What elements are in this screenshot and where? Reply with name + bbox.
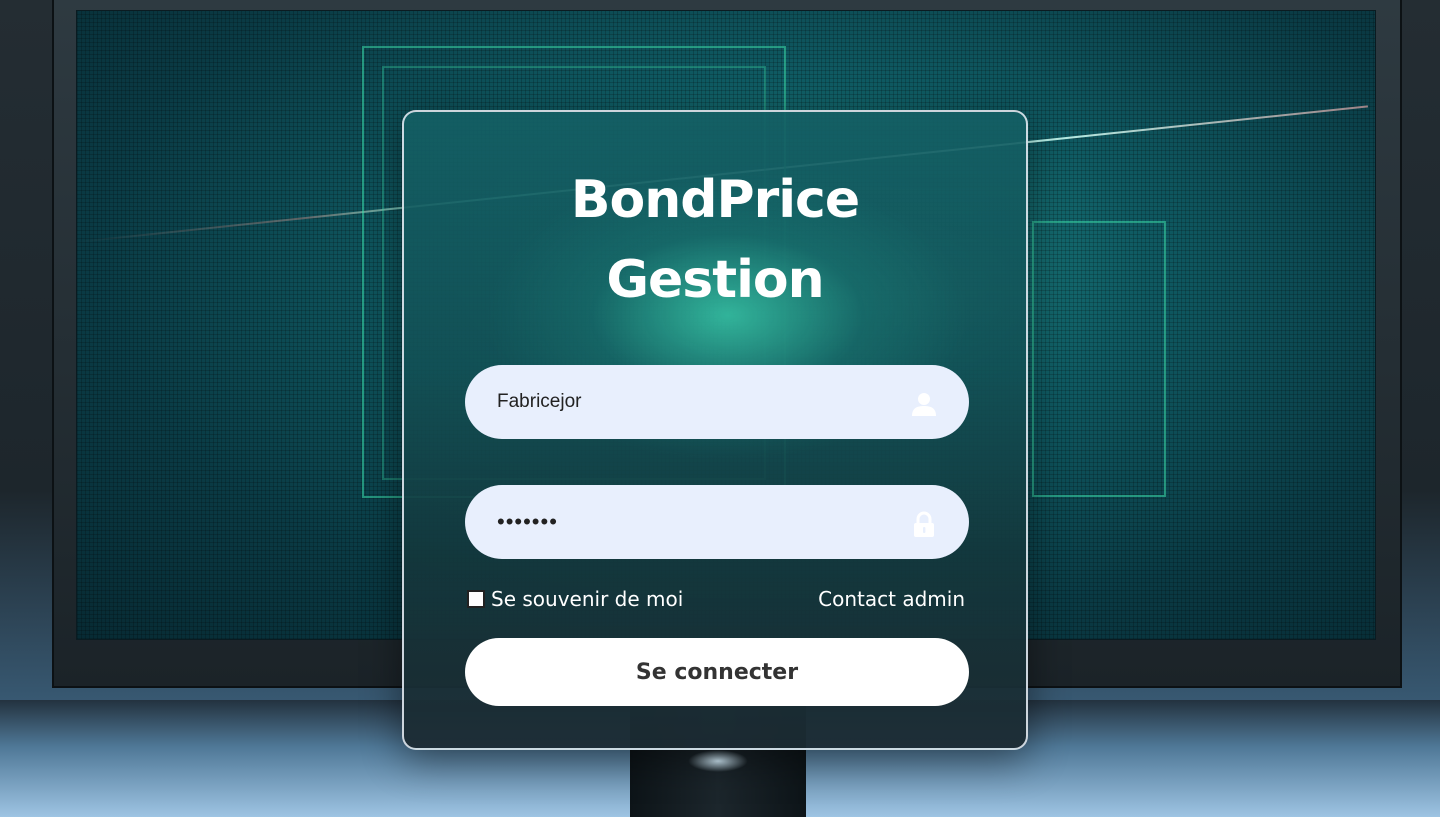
user-icon: [912, 393, 936, 416]
remember-checkbox[interactable]: [467, 590, 485, 608]
login-card: BondPrice Gestion Fabricejor ••••••• Se …: [402, 110, 1028, 750]
app-subtitle: Gestion: [606, 250, 824, 310]
password-value[interactable]: •••••••: [497, 485, 558, 559]
app-title: BondPrice: [570, 170, 860, 230]
username-field[interactable]: Fabricejor: [465, 365, 969, 439]
screen-panel-right: [1032, 221, 1166, 497]
username-value[interactable]: Fabricejor: [497, 365, 581, 439]
remember-me[interactable]: Se souvenir de moi: [467, 586, 683, 612]
lock-icon: [914, 511, 934, 537]
contact-admin-link[interactable]: Contact admin: [818, 586, 965, 612]
login-button[interactable]: Se connecter: [465, 638, 969, 706]
password-field[interactable]: •••••••: [465, 485, 969, 559]
stand-light: [688, 750, 748, 772]
remember-label: Se souvenir de moi: [491, 587, 684, 611]
